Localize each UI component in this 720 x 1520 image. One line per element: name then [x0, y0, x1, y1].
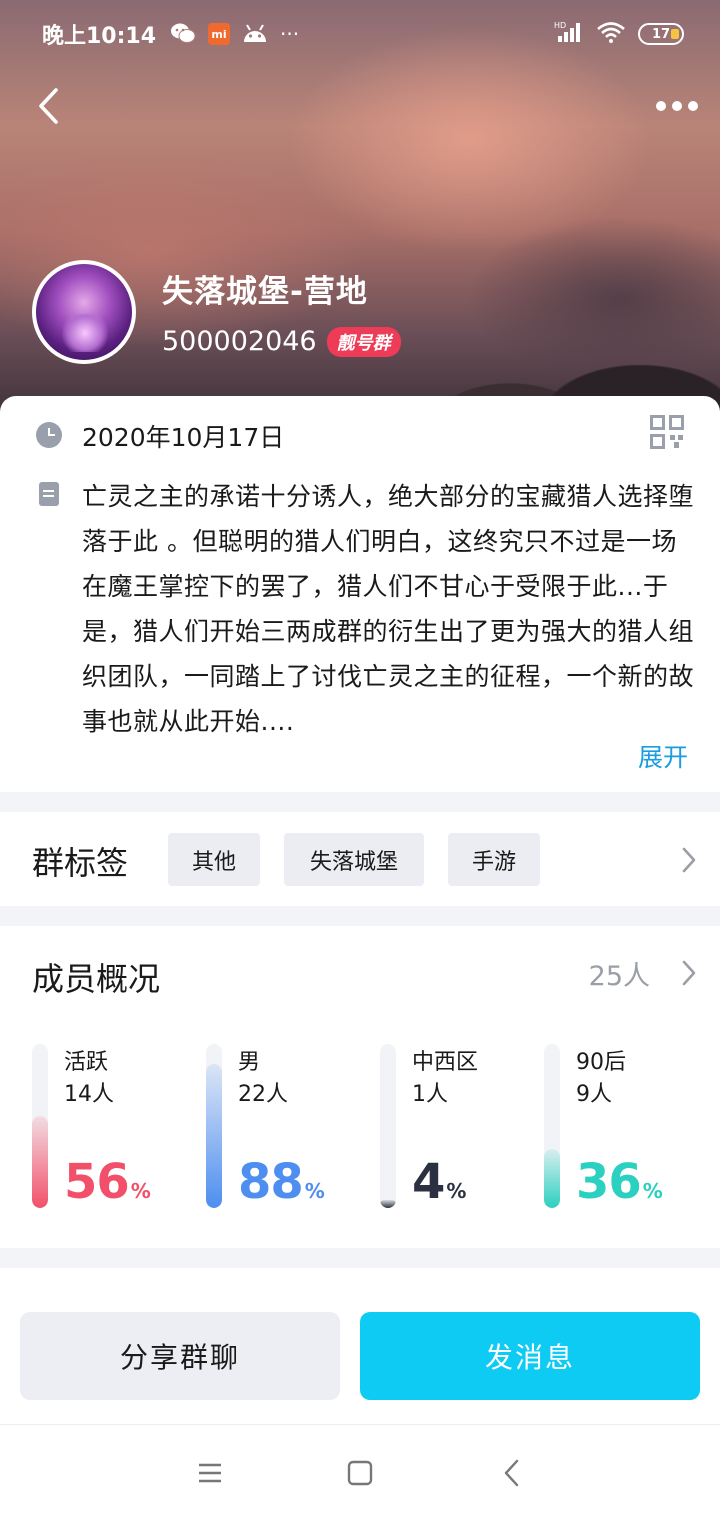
status-right: HD 17 [554, 20, 684, 48]
members-chevron-right-icon[interactable] [678, 958, 700, 988]
members-count[interactable]: 25人 [589, 954, 650, 993]
stat-count: 1人 [412, 1082, 448, 1107]
back-button[interactable] [26, 82, 70, 130]
mi-icon: mi [208, 23, 231, 45]
stat-active: 活跃 14人 56% [32, 1044, 192, 1210]
stat-bar-track [544, 1044, 560, 1208]
stat-bar-track [206, 1044, 222, 1208]
stat-percent: 88% [238, 1154, 325, 1210]
more-dots-icon: ··· [280, 22, 300, 46]
stat-male: 男 22人 88% [206, 1044, 366, 1210]
back-triangle-icon[interactable] [492, 1457, 532, 1489]
status-bar: 晚上10:14 mi ··· HD 17 [0, 0, 720, 68]
stat-bar-track [32, 1044, 48, 1208]
tags-title: 群标签 [32, 844, 129, 882]
stat-count: 14人 [64, 1082, 114, 1107]
more-dot [656, 101, 666, 111]
tags-chevron-right-icon[interactable] [678, 845, 700, 875]
stat-bar-fill [380, 1200, 396, 1208]
group-id-row: 500002046 靓号群 [162, 326, 401, 357]
tag-chip[interactable]: 其他 [168, 833, 260, 886]
group-description: 亡灵之主的承诺十分诱人，绝大部分的宝藏猎人选择堕落于此 。但聪明的猎人们明白，这… [82, 482, 695, 736]
stat-label: 中西区 [412, 1050, 479, 1075]
svg-text:HD: HD [554, 21, 566, 30]
stat-label: 活跃 [64, 1050, 109, 1075]
section-divider [0, 1248, 720, 1268]
stat-percent: 36% [576, 1154, 663, 1210]
stat-percent: 56% [64, 1154, 151, 1210]
created-date: 2020年10月17日 [82, 423, 285, 452]
qr-code-icon[interactable] [650, 415, 684, 449]
members-title: 成员概况 [32, 960, 161, 998]
tag-chip[interactable]: 手游 [448, 833, 540, 886]
stat-bar-fill [32, 1116, 48, 1208]
status-time: 晚上10:14 [42, 24, 157, 49]
more-button[interactable] [652, 84, 702, 128]
stat-age: 90后 9人 36% [544, 1044, 704, 1210]
signal-icon: HD [554, 20, 584, 48]
battery-icon: 17 [638, 23, 684, 45]
avatar-artwork [62, 314, 108, 352]
document-icon [39, 482, 59, 506]
description-row [36, 476, 62, 506]
stat-label: 男 [238, 1050, 261, 1075]
section-divider [0, 906, 720, 926]
wechat-icon [170, 22, 196, 47]
more-dot [688, 101, 698, 111]
expand-link[interactable]: 展开 [638, 738, 688, 774]
group-avatar[interactable] [32, 260, 136, 364]
back-arrow-icon [39, 88, 58, 124]
stat-bar-fill [206, 1064, 222, 1208]
share-group-button[interactable]: 分享群聊 [20, 1312, 340, 1400]
menu-icon[interactable] [190, 1457, 230, 1489]
stat-count: 9人 [576, 1082, 612, 1107]
home-square-icon[interactable] [340, 1457, 380, 1489]
system-nav-bar [0, 1424, 720, 1520]
android-icon [242, 22, 268, 47]
group-name: 失落城堡-营地 [162, 274, 368, 310]
premium-number-badge: 靓号群 [326, 326, 401, 357]
stat-count: 22人 [238, 1082, 288, 1107]
wifi-icon [596, 20, 626, 48]
more-dot [672, 101, 682, 111]
stat-label: 90后 [576, 1050, 626, 1075]
stat-bar-track [380, 1044, 396, 1208]
clock-icon [36, 422, 62, 448]
stat-region: 中西区 1人 4% [380, 1044, 540, 1210]
group-id: 500002046 [162, 326, 317, 357]
stat-bar-fill [544, 1149, 560, 1208]
header-background: 晚上10:14 mi ··· HD 17 失落城堡-营地 500002046 靓… [0, 0, 720, 420]
tag-chip[interactable]: 失落城堡 [284, 833, 424, 886]
date-row [36, 420, 62, 448]
stat-percent: 4% [412, 1154, 466, 1210]
send-message-button[interactable]: 发消息 [360, 1312, 700, 1400]
section-divider [0, 792, 720, 812]
